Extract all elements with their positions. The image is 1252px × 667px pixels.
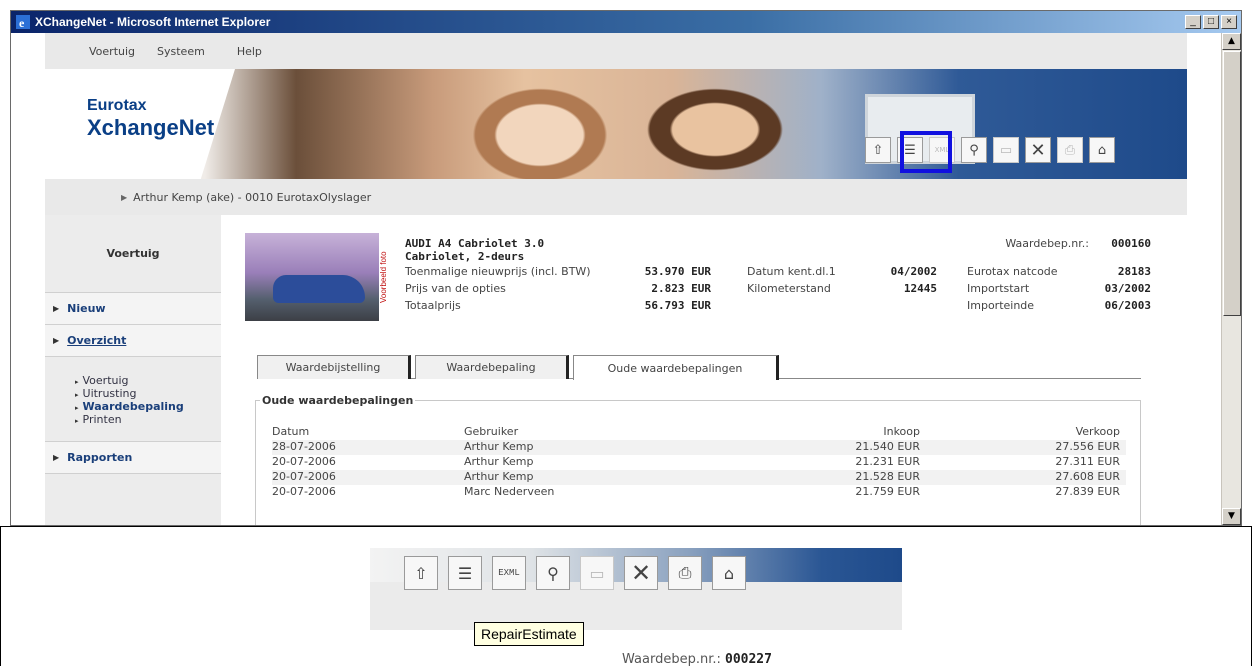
- left-navigation: Voertuig ▶ Nieuw ▶ Overzicht ▸ Voertuig ▸ Ui…: [45, 215, 221, 525]
- scroll-down-icon[interactable]: ▼: [1222, 508, 1241, 525]
- info-row: Kilometerstand 12445: [747, 282, 937, 295]
- home-icon[interactable]: ⌂: [1089, 137, 1115, 163]
- tab-bar: Waardebijstelling Waardebepaling Oude wa…: [257, 351, 1141, 380]
- zoom-toolbar: ⇧ ☰ EXML ⚲ ▭ ✕ ⎙ ⌂: [404, 556, 746, 590]
- xml-icon[interactable]: EXML: [492, 556, 526, 590]
- maximize-button[interactable]: □: [1203, 15, 1219, 29]
- tab-oude-waardebepalingen[interactable]: Oude waardebepalingen: [573, 355, 779, 380]
- nav-sub-printen[interactable]: ▸ Printen: [75, 414, 221, 427]
- nav-header: Voertuig: [45, 215, 221, 293]
- inset-left-border: [0, 526, 1, 666]
- print-icon[interactable]: ⎙: [1057, 137, 1083, 163]
- menu-bar: Voertuig Systeem Help: [45, 33, 1187, 69]
- menu-systeem[interactable]: Systeem: [157, 45, 205, 58]
- info-row: Importeinde 06/2003: [967, 299, 1151, 312]
- home-icon[interactable]: ⌂: [712, 556, 746, 590]
- logo-xchangenet: XchangeNet: [87, 115, 215, 140]
- scroll-thumb[interactable]: [1223, 51, 1241, 316]
- main-content: Voorbeeld foto AUDI A4 Cabriolet 3.0 Cab…: [245, 233, 1175, 525]
- nav-label: Nieuw: [67, 302, 106, 315]
- internet-explorer-icon: e: [16, 15, 30, 30]
- vehicle-photo: Voorbeeld foto: [245, 233, 393, 321]
- table-header-row: Datum Gebruiker Inkoop Verkoop: [272, 425, 1120, 438]
- zoom-waardebep-number: Waardebep.nr.: 000227: [622, 652, 772, 667]
- table-row[interactable]: 28-07-2006 Arthur Kemp 21.540 EUR 27.556…: [272, 440, 1126, 455]
- browser-viewport: Voertuig Systeem Help Eurotax XchangeNet…: [11, 33, 1221, 525]
- tab-waardebijstelling[interactable]: Waardebijstelling: [257, 355, 411, 379]
- triangle-right-icon: ▶: [53, 453, 60, 462]
- nav-item-rapporten[interactable]: ▶ Rapporten: [45, 442, 221, 474]
- triangle-right-icon: ▶: [53, 336, 60, 345]
- nav-sub-list: ▸ Voertuig ▸ Uitrusting ▸ Waardebepaling ▸ P…: [45, 357, 221, 442]
- inset-divider: [0, 526, 1252, 527]
- price-row: Toenmalige nieuwprijs (incl. BTW) 53.970 …: [405, 265, 711, 278]
- breadcrumb-arrow-icon: ▶: [121, 192, 128, 202]
- nav-item-nieuw[interactable]: ▶ Nieuw: [45, 293, 221, 325]
- info-row: Eurotax natcode 28183: [967, 265, 1151, 278]
- magnifier-icon[interactable]: ⚲: [536, 556, 570, 590]
- print-icon[interactable]: ⎙: [668, 556, 702, 590]
- magnifier-icon[interactable]: ⚲: [961, 137, 987, 163]
- info-row: Importstart 03/2002: [967, 282, 1151, 295]
- triangle-right-icon: ▶: [53, 304, 60, 313]
- price-row: Totaalprijs 56.793 EUR: [405, 299, 711, 312]
- scroll-up-icon[interactable]: ▲: [1222, 33, 1241, 50]
- delete-icon[interactable]: ✕: [624, 556, 658, 590]
- nav-label: Rapporten: [67, 451, 133, 464]
- upload-car-icon[interactable]: ⇧: [865, 137, 891, 163]
- save-icon[interactable]: ▭: [580, 556, 614, 590]
- table-row[interactable]: 20-07-2006 Arthur Kemp 21.231 EUR 27.311…: [272, 455, 1126, 470]
- logo-eurotax: Eurotax: [87, 97, 147, 114]
- repair-estimate-icon[interactable]: ☰: [448, 556, 482, 590]
- repair-estimate-tooltip: RepairEstimate: [474, 622, 584, 646]
- save-icon[interactable]: ▭: [993, 137, 1019, 163]
- history-legend: Oude waardebepalingen: [260, 394, 416, 407]
- history-fieldset: Oude waardebepalingen Datum Gebruiker In…: [255, 394, 1141, 525]
- car-shape: [273, 275, 365, 303]
- price-row: Prijs van de opties 2.823 EUR: [405, 282, 711, 295]
- title-bar: e XChangeNet - Microsoft Internet Explor…: [11, 11, 1241, 33]
- photo-tag: Voorbeeld foto: [379, 233, 393, 321]
- menu-voertuig[interactable]: Voertuig: [89, 45, 135, 58]
- table-row[interactable]: 20-07-2006 Marc Nederveen 21.759 EUR 27.…: [272, 485, 1126, 500]
- nav-item-overzicht[interactable]: ▶ Overzicht: [45, 325, 221, 357]
- svg-text:e: e: [19, 16, 25, 30]
- vehicle-title: AUDI A4 Cabriolet 3.0 Cabriolet, 2-deurs: [405, 237, 544, 263]
- info-row: Datum kent.dl.1 04/2002: [747, 265, 937, 278]
- xchangenet-page: Voertuig Systeem Help Eurotax XchangeNet…: [45, 33, 1187, 525]
- vehicle-name: AUDI A4 Cabriolet 3.0: [405, 237, 545, 250]
- vertical-scrollbar[interactable]: ▲ ▼: [1221, 33, 1241, 525]
- user-info: Arthur Kemp (ake) - 0010 EurotaxOlyslage…: [133, 190, 372, 204]
- waardebep-number: Waardebep.nr.: 000160: [1005, 237, 1151, 250]
- minimize-button[interactable]: _: [1185, 15, 1201, 29]
- delete-icon[interactable]: ✕: [1025, 137, 1051, 163]
- browser-window: e XChangeNet - Microsoft Internet Explor…: [10, 10, 1242, 526]
- history-table: Datum Gebruiker Inkoop Verkoop 28-07-200…: [272, 425, 1126, 500]
- banner-photo-man: [615, 69, 815, 179]
- banner-photo-woman: [445, 69, 635, 179]
- upload-car-icon[interactable]: ⇧: [404, 556, 438, 590]
- close-button[interactable]: ×: [1221, 15, 1237, 29]
- user-bar: ▶ Arthur Kemp (ake) - 0010 EurotaxOlysla…: [45, 179, 1187, 215]
- menu-help[interactable]: Help: [237, 45, 262, 58]
- table-row[interactable]: 20-07-2006 Arthur Kemp 21.528 EUR 27.608…: [272, 470, 1126, 485]
- window-title: XChangeNet - Microsoft Internet Explorer: [35, 15, 271, 29]
- tab-waardebepaling[interactable]: Waardebepaling: [415, 355, 569, 379]
- highlight-box: [900, 131, 952, 173]
- vehicle-body: Cabriolet, 2-deurs: [405, 250, 525, 263]
- nav-label: Overzicht: [67, 334, 127, 347]
